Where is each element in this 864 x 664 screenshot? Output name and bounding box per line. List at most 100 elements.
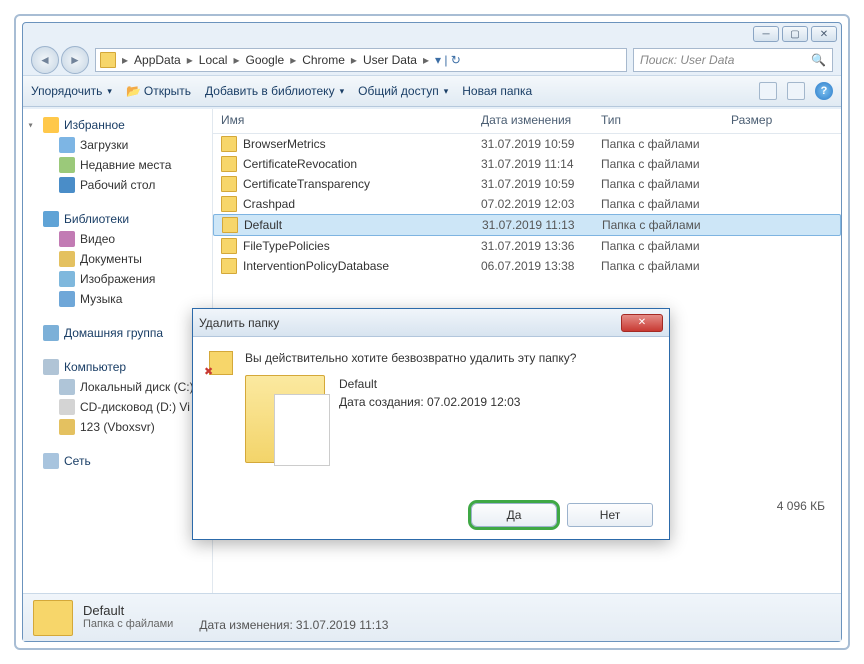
libraries-icon [43, 211, 59, 227]
sidebar-item-music[interactable]: Музыка [23, 289, 212, 309]
breadcrumb-seg[interactable]: Google [241, 53, 288, 67]
folder-icon [221, 196, 237, 212]
sidebar-item-desktop[interactable]: Рабочий стол [23, 175, 212, 195]
maximize-button[interactable]: ▢ [782, 26, 808, 42]
file-name: CertificateRevocation [243, 157, 481, 171]
sidebar-computer[interactable]: Компьютер [23, 357, 212, 377]
images-icon [59, 271, 75, 287]
file-name: BrowserMetrics [243, 137, 481, 151]
folder-large-icon [245, 375, 325, 463]
table-row[interactable]: InterventionPolicyDatabase06.07.2019 13:… [213, 256, 841, 276]
yes-button[interactable]: Да [471, 503, 557, 527]
file-type: Папка с файлами [601, 197, 731, 211]
sidebar-homegroup[interactable]: Домашняя группа [23, 323, 212, 343]
refresh-button[interactable]: ▾ | ↻ [435, 53, 461, 67]
status-type: Папка с файлами [83, 618, 173, 632]
sidebar-network[interactable]: Сеть [23, 451, 212, 471]
sidebar-item-cd-drive[interactable]: CD-дисковод (D:) Vi [23, 397, 212, 417]
sidebar-libraries[interactable]: Библиотеки [23, 209, 212, 229]
open-button[interactable]: 📂 Открыть [126, 84, 191, 98]
sidebar-item-recent[interactable]: Недавние места [23, 155, 212, 175]
video-icon [59, 231, 75, 247]
breadcrumb-seg[interactable]: AppData [130, 53, 185, 67]
status-name: Default [83, 603, 388, 618]
column-headers[interactable]: Имя Дата изменения Тип Размер [213, 109, 841, 134]
table-row[interactable]: CertificateRevocation31.07.2019 11:14Пап… [213, 154, 841, 174]
folder-icon [221, 136, 237, 152]
breadcrumb[interactable]: ▸ AppData▸ Local▸ Google▸ Chrome▸ User D… [95, 48, 627, 72]
add-to-library-button[interactable]: Добавить в библиотеку [205, 84, 344, 98]
titlebar: ─ ▢ ✕ [23, 23, 841, 45]
sidebar-item-share[interactable]: 123 (Vboxsvr) [23, 417, 212, 437]
breadcrumb-seg[interactable]: User Data [359, 53, 421, 67]
file-size: 4 096 КБ [731, 499, 841, 513]
network-icon [43, 453, 59, 469]
preview-pane-button[interactable] [787, 82, 805, 100]
file-type: Папка с файлами [601, 157, 731, 171]
search-input[interactable]: Поиск: User Data 🔍 [633, 48, 833, 72]
nav-back-button[interactable]: ◄ [31, 46, 59, 74]
view-options-button[interactable] [759, 82, 777, 100]
file-date: 07.02.2019 12:03 [481, 197, 601, 211]
table-row[interactable]: FileTypePolicies31.07.2019 13:36Папка с … [213, 236, 841, 256]
desktop-icon [59, 177, 75, 193]
file-date: 31.07.2019 11:14 [481, 157, 601, 171]
file-name: Crashpad [243, 197, 481, 211]
address-row: ◄ ► ▸ AppData▸ Local▸ Google▸ Chrome▸ Us… [23, 45, 841, 75]
file-name: Default [244, 218, 482, 232]
hdd-icon [59, 379, 75, 395]
col-type[interactable]: Тип [601, 113, 731, 127]
dialog-title: Удалить папку [199, 316, 279, 330]
dialog-item-info: Default Дата создания: 07.02.2019 12:03 [339, 375, 520, 463]
nav-forward-button[interactable]: ► [61, 46, 89, 74]
table-row[interactable]: CertificateTransparency31.07.2019 10:59П… [213, 174, 841, 194]
folder-icon [33, 600, 73, 636]
file-type: Папка с файлами [601, 177, 731, 191]
sidebar-favorites[interactable]: Избранное [23, 115, 212, 135]
close-button[interactable]: ✕ [811, 26, 837, 42]
downloads-icon [59, 137, 75, 153]
new-folder-button[interactable]: Новая папка [462, 84, 532, 98]
folder-icon [221, 176, 237, 192]
file-date: 06.07.2019 13:38 [481, 259, 601, 273]
delete-dialog: Удалить папку ✕ Вы действительно хотите … [192, 308, 670, 540]
file-name: FileTypePolicies [243, 239, 481, 253]
file-date: 31.07.2019 10:59 [481, 177, 601, 191]
toolbar: Упорядочить 📂 Открыть Добавить в библиот… [23, 75, 841, 107]
breadcrumb-seg[interactable]: Local [195, 53, 232, 67]
warning-icon [209, 351, 233, 375]
computer-icon [43, 359, 59, 375]
sidebar-item-local-disk[interactable]: Локальный диск (C:) [23, 377, 212, 397]
sidebar-item-images[interactable]: Изображения [23, 269, 212, 289]
star-icon [43, 117, 59, 133]
sidebar: Избранное Загрузки Недавние места Рабочи… [23, 109, 213, 593]
file-type: Папка с файлами [601, 259, 731, 273]
dialog-message: Вы действительно хотите безвозвратно уда… [245, 351, 653, 365]
sidebar-item-documents[interactable]: Документы [23, 249, 212, 269]
sidebar-item-downloads[interactable]: Загрузки [23, 135, 212, 155]
music-icon [59, 291, 75, 307]
no-button[interactable]: Нет [567, 503, 653, 527]
cd-icon [59, 399, 75, 415]
folder-icon [221, 258, 237, 274]
documents-icon [59, 251, 75, 267]
dialog-titlebar: Удалить папку ✕ [193, 309, 669, 337]
col-name[interactable]: Имя [221, 113, 481, 127]
share-button[interactable]: Общий доступ [358, 84, 448, 98]
file-date: 31.07.2019 10:59 [481, 137, 601, 151]
sidebar-item-video[interactable]: Видео [23, 229, 212, 249]
minimize-button[interactable]: ─ [753, 26, 779, 42]
recent-icon [59, 157, 75, 173]
file-name: CertificateTransparency [243, 177, 481, 191]
file-name: InterventionPolicyDatabase [243, 259, 481, 273]
table-row[interactable]: Default31.07.2019 11:13Папка с файлами [213, 214, 841, 236]
col-size[interactable]: Размер [731, 113, 841, 127]
organize-button[interactable]: Упорядочить [31, 84, 112, 98]
folder-icon [100, 52, 116, 68]
col-date[interactable]: Дата изменения [481, 113, 601, 127]
table-row[interactable]: BrowserMetrics31.07.2019 10:59Папка с фа… [213, 134, 841, 154]
table-row[interactable]: Crashpad07.02.2019 12:03Папка с файлами [213, 194, 841, 214]
breadcrumb-seg[interactable]: Chrome [298, 53, 349, 67]
dialog-close-button[interactable]: ✕ [621, 314, 663, 332]
help-button[interactable]: ? [815, 82, 833, 100]
